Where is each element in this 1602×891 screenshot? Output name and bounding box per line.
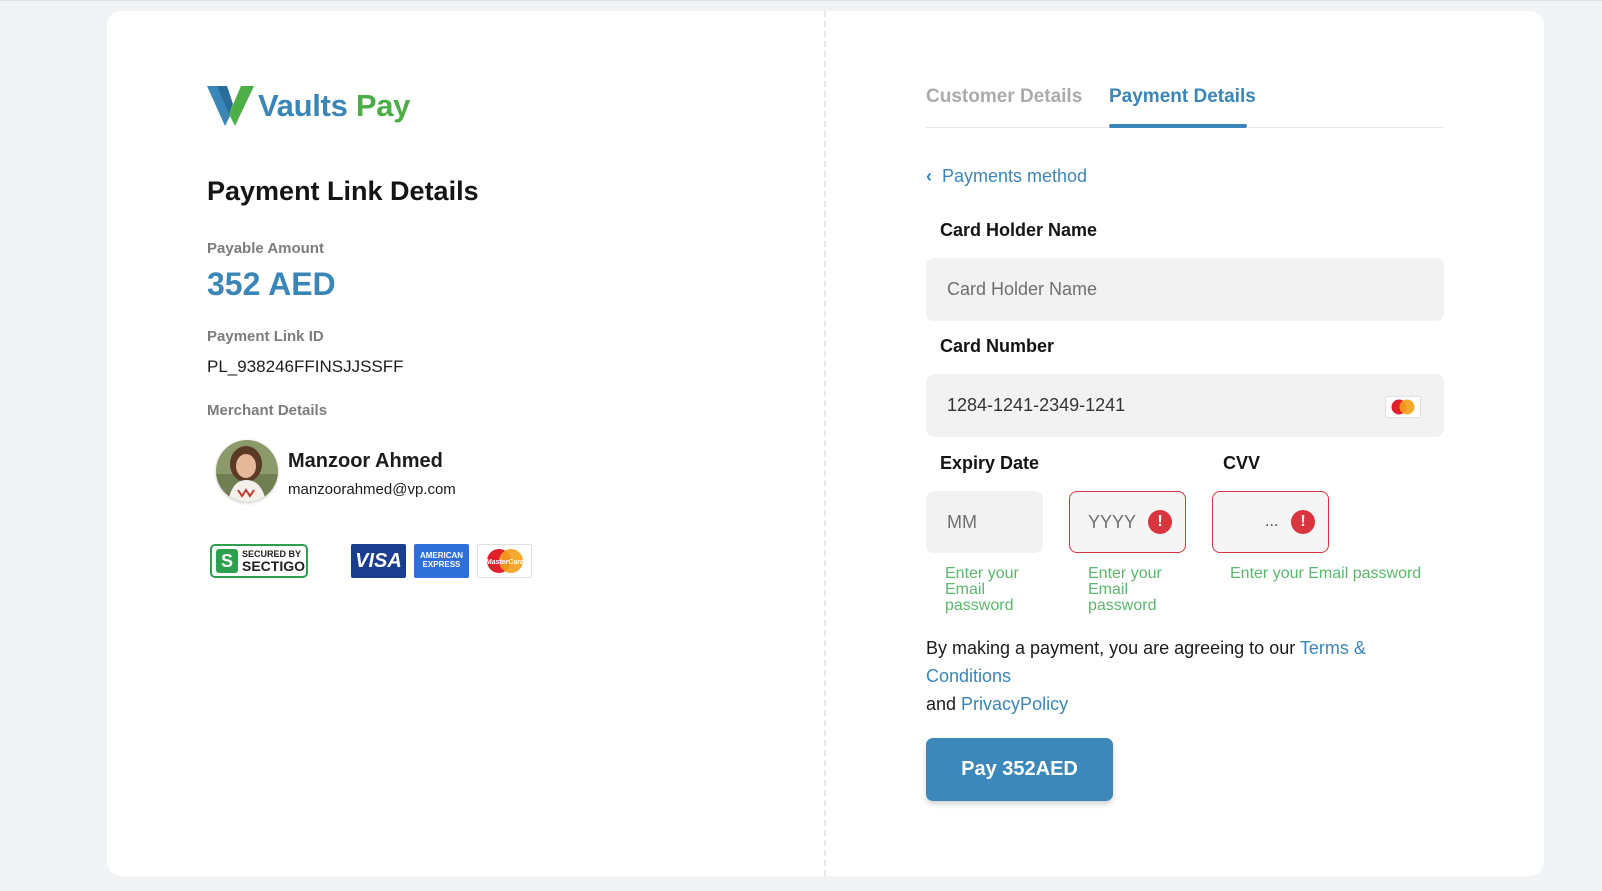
sectigo-shield-icon: S	[216, 549, 238, 573]
terms-middle: and	[926, 694, 962, 714]
payable-amount-label: Payable Amount	[207, 240, 324, 257]
logo-text-vaults: Vaults	[258, 88, 348, 123]
expiry-year-hint: Enter your Email password	[1088, 565, 1162, 614]
logo-text: Vaults Pay	[258, 88, 410, 124]
pay-button[interactable]: Pay 352AED	[926, 738, 1113, 801]
page-title: Payment Link Details	[207, 176, 479, 206]
sectigo-badge: S SECURED BY SECTIGO	[210, 544, 308, 578]
back-to-payment-methods[interactable]: ‹ Payments method	[926, 166, 1087, 187]
logo-text-pay: Pay	[355, 88, 411, 123]
merchant-photo	[216, 440, 278, 502]
panel-divider	[824, 11, 826, 876]
back-link-label: Payments method	[942, 166, 1088, 186]
svg-text:MasterCard: MasterCard	[485, 559, 524, 566]
card-number-input[interactable]	[926, 374, 1444, 437]
sectigo-line2: SECTIGO	[242, 557, 306, 574]
terms-text: By making a payment, you are agreeing to…	[926, 634, 1446, 718]
card-brand-mastercard-icon	[1385, 396, 1421, 418]
payment-link-id-label: Payment Link ID	[207, 328, 324, 345]
payable-amount: 352 AED	[207, 266, 336, 302]
card-holder-label: Card Holder Name	[940, 220, 1098, 240]
amex-logo: AMERICAN EXPRESS	[414, 544, 469, 578]
merchant-name: Manzoor Ahmed	[288, 450, 443, 472]
merchant-details-label: Merchant Details	[207, 402, 328, 419]
active-tab-indicator	[1109, 124, 1247, 128]
vaultspay-logo-mark-icon	[207, 86, 254, 126]
payment-link-id: PL_938246FFINSJJSSFF	[207, 357, 404, 376]
card-number-label: Card Number	[940, 336, 1055, 356]
expiry-month-input[interactable]	[926, 491, 1043, 553]
privacy-policy-link[interactable]: PrivacyPolicy	[961, 694, 1068, 714]
mastercard-icon: MasterCard	[485, 549, 524, 573]
year-error-icon: !	[1148, 510, 1172, 534]
chevron-left-icon: ‹	[926, 166, 932, 186]
expiry-month-hint: Enter your Email password	[945, 565, 1019, 614]
tab-customer-details[interactable]: Customer Details	[926, 86, 1082, 108]
card-holder-input[interactable]	[926, 258, 1444, 321]
amex-line2: EXPRESS	[422, 560, 461, 569]
cvv-label: CVV	[1223, 453, 1261, 473]
cvv-error-icon: !	[1291, 510, 1315, 534]
merchant-avatar	[216, 440, 278, 502]
visa-logo: VISA	[351, 544, 406, 578]
amex-line1: AMERICAN	[419, 551, 464, 561]
mastercard-logo: MasterCard	[477, 544, 532, 578]
merchant-email: manzoorahmed@vp.com	[288, 481, 456, 498]
expiry-date-label: Expiry Date	[940, 453, 1040, 473]
mastercard-small-icon	[1391, 399, 1415, 415]
vaultspay-logo: Vaults Pay	[207, 84, 410, 128]
tab-payment-details[interactable]: Payment Details	[1109, 86, 1256, 108]
top-border	[0, 0, 1602, 1]
cvv-hint: Enter your Email password	[1230, 565, 1422, 582]
terms-prefix: By making a payment, you are agreeing to…	[926, 638, 1300, 658]
